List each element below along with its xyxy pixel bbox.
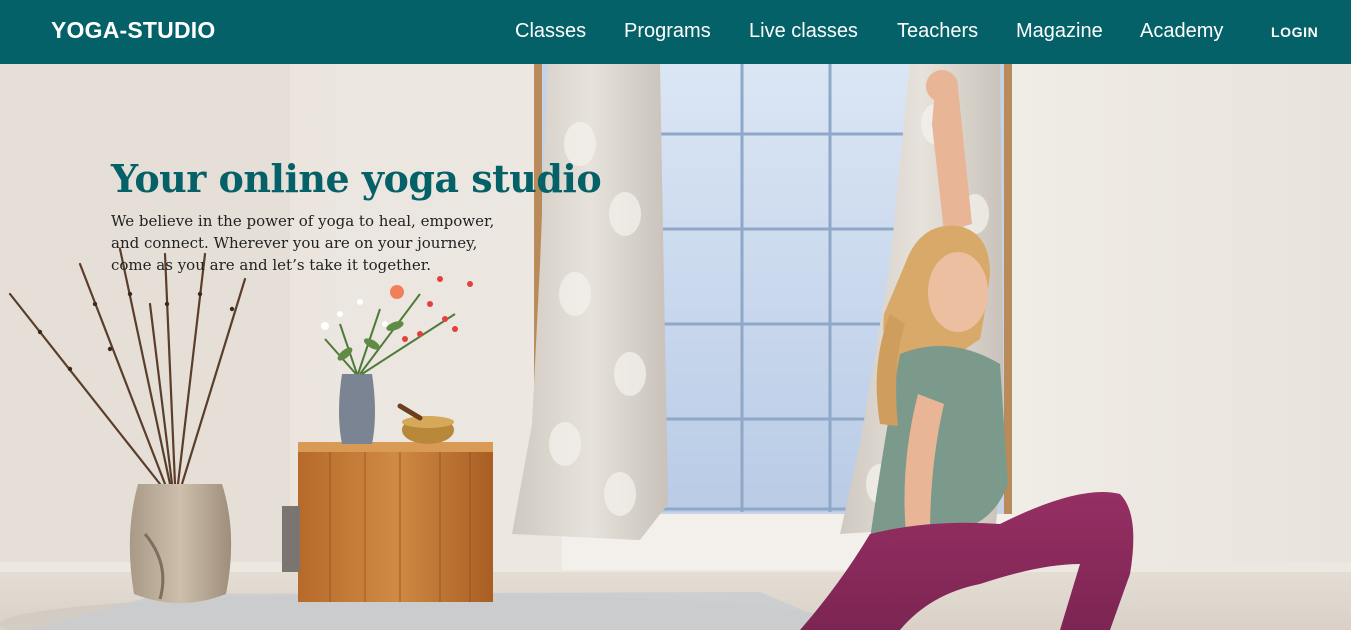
nav-academy[interactable]: Academy (1140, 20, 1223, 43)
hero-description: We believe in the power of yoga to heal,… (111, 212, 495, 274)
nav-magazine[interactable]: Magazine (1016, 20, 1103, 43)
nav-teachers[interactable]: Teachers (897, 20, 978, 43)
nav-programs[interactable]: Programs (624, 20, 711, 43)
nav-live-classes[interactable]: Live classes (749, 20, 858, 43)
top-navigation-bar: YOGA-STUDIO Classes Programs Live classe… (0, 0, 1351, 64)
brand-logo[interactable]: YOGA-STUDIO (51, 17, 215, 44)
nav-classes[interactable]: Classes (515, 20, 586, 43)
hero-section: Your online yoga studio We believe in th… (0, 64, 1351, 630)
hero-background-photo (0, 64, 1351, 630)
login-button[interactable]: LOGIN (1271, 24, 1318, 40)
hero-title: Your online yoga studio (111, 156, 602, 201)
